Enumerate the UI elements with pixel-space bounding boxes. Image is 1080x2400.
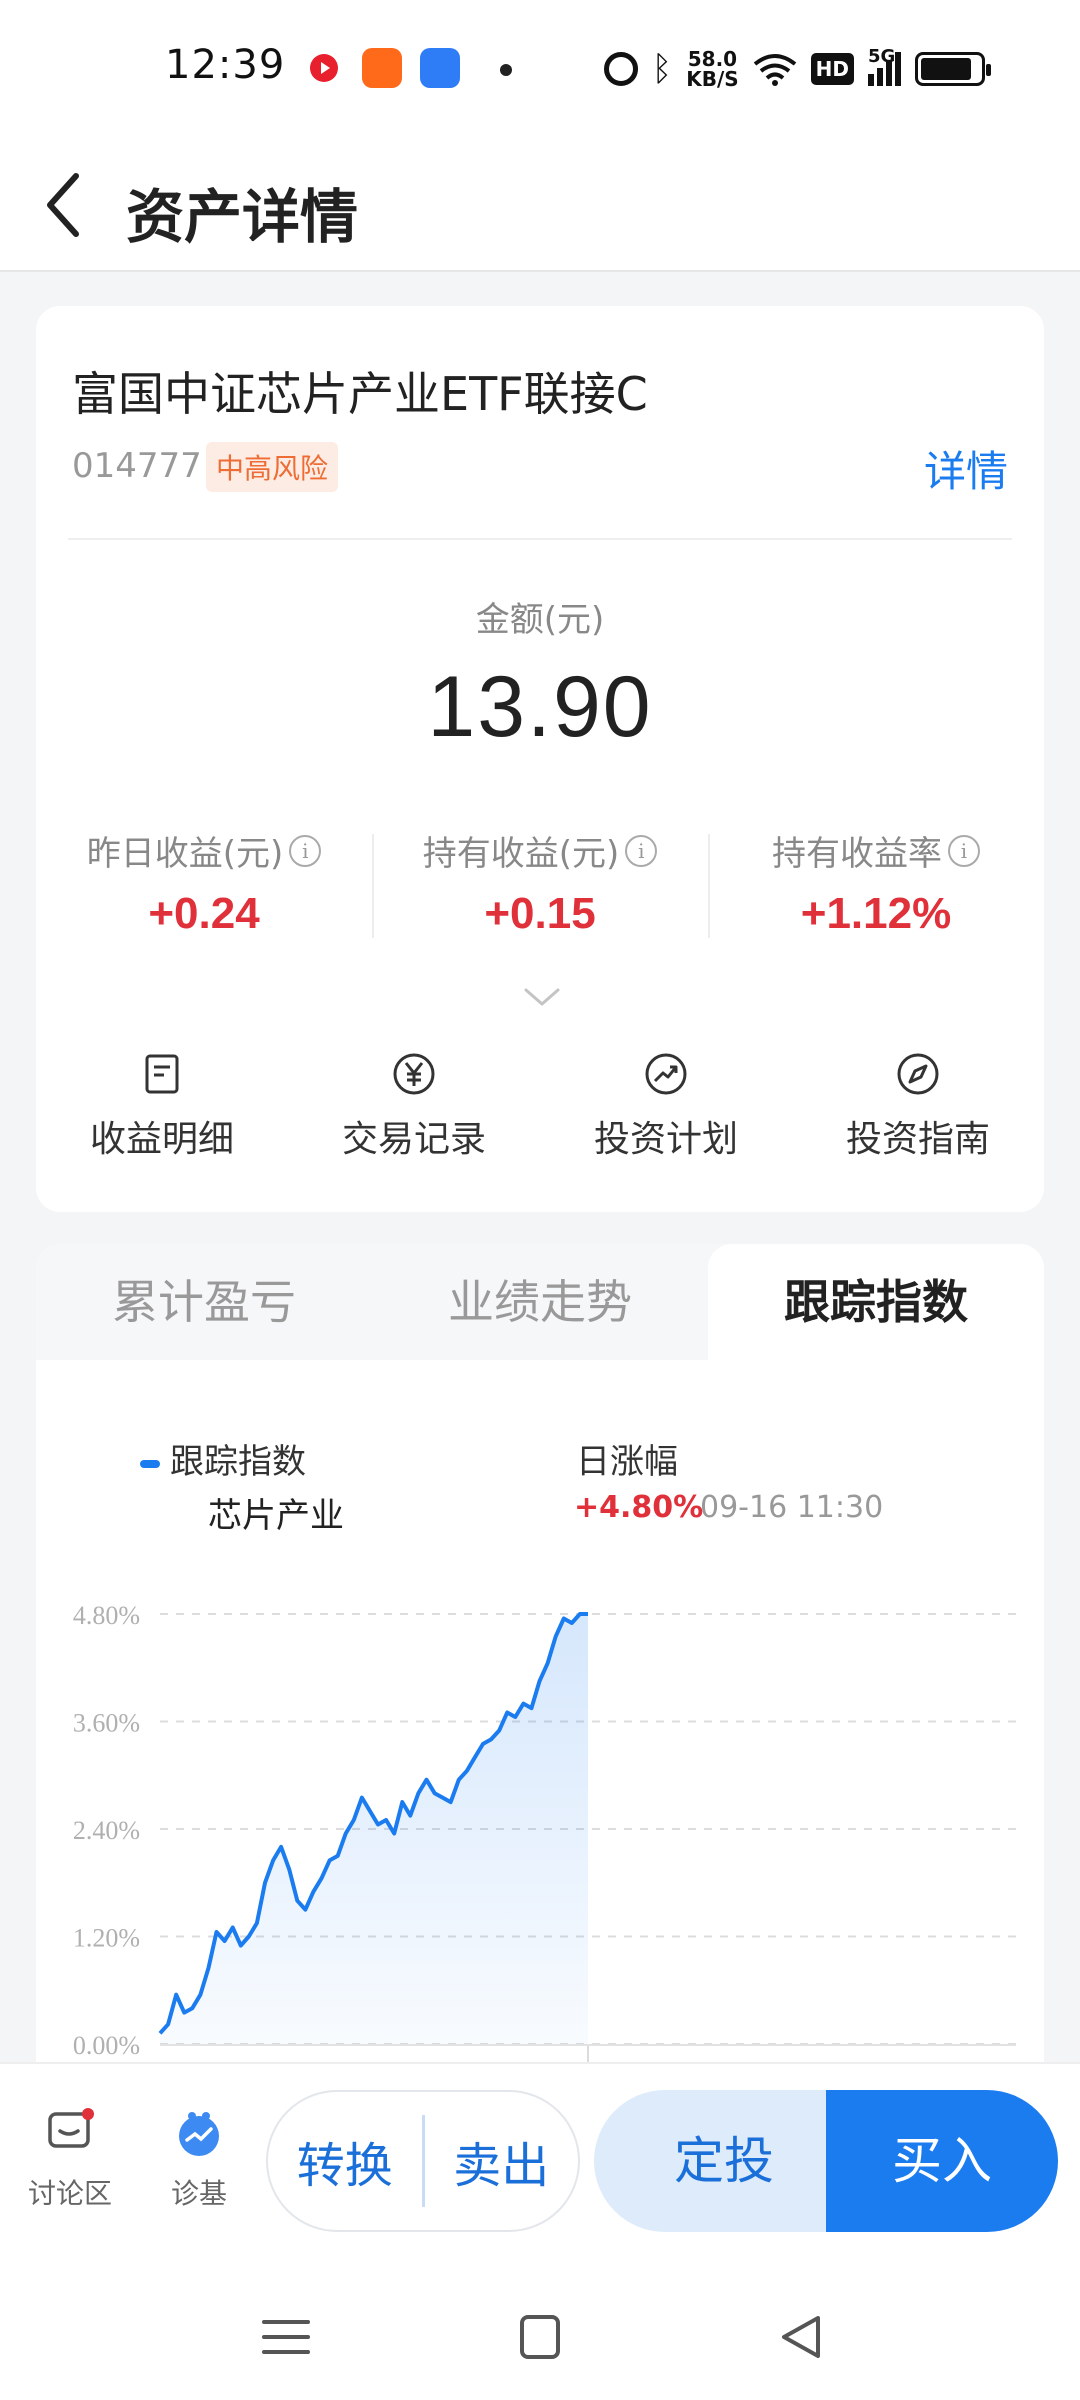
auto-invest-button[interactable]: 定投 [594, 2090, 854, 2232]
earnings-stats: 昨日收益(元) i +0.24 持有收益(元) i +0.15 持有收益率 i … [36, 826, 1044, 946]
stat-label: 持有收益率 [772, 834, 942, 874]
diagnose-label: 诊基 [170, 2177, 227, 2210]
diagnose-mascot-icon [171, 2104, 227, 2160]
fund-name: 富国中证芯片产业ETF联接C [72, 367, 648, 421]
legend-title: 跟踪指数 [170, 1442, 306, 1482]
dot-icon [500, 64, 512, 76]
stat-yesterday: 昨日收益(元) i +0.24 [36, 826, 372, 946]
compass-icon [897, 1053, 939, 1095]
yuan-icon [393, 1053, 435, 1095]
stat-value: +1.12% [800, 889, 952, 938]
stat-holding-rate: 持有收益率 i +1.12% [708, 826, 1044, 946]
y-tick-label: 2.40% [73, 1816, 140, 1845]
action-row: 收益明细 交易记录 投资计划 投资指南 [36, 1052, 1044, 1162]
y-tick-label: 4.80% [73, 1601, 140, 1630]
wifi-icon [753, 52, 797, 86]
index-line-chart[interactable]: 0.00% 1.20% 2.40% 3.60% 4.80% [36, 1574, 1044, 2074]
detail-link[interactable]: 详情 [924, 438, 1008, 499]
y-tick-label: 0.00% [73, 2031, 140, 2060]
status-time: 12:39 [165, 42, 286, 88]
stat-label: 昨日收益(元) [86, 834, 284, 874]
chevron-left-icon [47, 173, 79, 237]
net-speed: 58.0 KB/S [686, 49, 738, 89]
tab-performance-trend[interactable]: 业绩走势 [372, 1244, 708, 1360]
bluetooth-icon: ᛒ [651, 49, 673, 89]
battery-icon [915, 52, 991, 86]
daily-change-value: +4.80% [574, 1490, 704, 1525]
app-header: 资产详情 [0, 140, 1080, 272]
menu-icon[interactable] [256, 2312, 316, 2362]
tab-tracking-index[interactable]: 跟踪指数 [708, 1244, 1044, 1360]
discussion-button[interactable]: 讨论区 [22, 2104, 118, 2212]
amount-label: 金额(元) [475, 600, 605, 640]
stat-value: +0.15 [484, 889, 596, 938]
y-tick-label: 3.60% [73, 1709, 140, 1738]
info-icon[interactable]: i [948, 834, 980, 867]
action-label: 投资指南 [845, 1119, 990, 1160]
discussion-label: 讨论区 [27, 2177, 112, 2210]
info-icon[interactable]: i [289, 834, 322, 867]
bottom-action-bar: 讨论区 诊基 转换 卖出 定投 买入 [0, 2062, 1080, 2272]
action-investment-plan[interactable]: 投资计划 [540, 1052, 792, 1162]
back-button[interactable] [30, 160, 100, 250]
chart-legend: 跟踪指数 [140, 1434, 306, 1483]
divider [68, 538, 1012, 540]
legend-swatch [140, 1459, 160, 1468]
status-bar: 12:39 ᛒ 58.0 KB/S HD 5G [0, 0, 1080, 140]
net-speed-unit: KB/S [686, 67, 739, 91]
daily-change-time: 09-16 11:30 [700, 1490, 884, 1525]
system-nav-bar [0, 2272, 1080, 2400]
action-label: 收益明细 [89, 1119, 234, 1160]
action-trade-records[interactable]: 交易记录 [288, 1052, 540, 1162]
back-triangle-icon[interactable] [772, 2312, 832, 2362]
chevron-down-icon[interactable] [522, 986, 562, 1008]
alarm-icon [603, 52, 638, 86]
action-label: 交易记录 [341, 1119, 486, 1160]
action-investment-guide[interactable]: 投资指南 [792, 1052, 1044, 1162]
action-label: 投资计划 [593, 1119, 738, 1160]
trend-icon [645, 1053, 687, 1095]
action-earnings-detail[interactable]: 收益明细 [36, 1052, 288, 1162]
fund-code: 014777 [72, 446, 202, 486]
daily-change-label: 日涨幅 [576, 1442, 678, 1482]
chat-icon [42, 2104, 98, 2160]
info-icon[interactable]: i [625, 834, 658, 867]
stat-holding: 持有收益(元) i +0.15 [372, 826, 708, 946]
chart-card: 累计盈亏 业绩走势 跟踪指数 跟踪指数 芯片产业 日涨幅 +4.80% 09-1… [36, 1244, 1044, 2074]
tab-bar: 累计盈亏 业绩走势 跟踪指数 [36, 1244, 1044, 1360]
home-icon[interactable] [510, 2312, 570, 2362]
video-app-icon [304, 48, 344, 88]
holding-card: 富国中证芯片产业ETF联接C 014777 中高风险 详情 金额(元) 13.9… [36, 306, 1044, 1212]
stat-label: 持有收益(元) [422, 834, 620, 874]
hd-icon: HD [810, 53, 854, 85]
y-tick-label: 1.20% [73, 1924, 140, 1953]
amount-value: 13.90 [427, 659, 653, 755]
signal-label: 5G [868, 46, 896, 67]
risk-badge: 中高风险 [206, 442, 339, 492]
tab-cumulative-pnl[interactable]: 累计盈亏 [36, 1244, 372, 1360]
baidu-app-icon [420, 48, 460, 88]
stat-value: +0.24 [148, 889, 260, 938]
buy-button[interactable]: 买入 [826, 2090, 1058, 2232]
page-title: 资产详情 [126, 183, 359, 251]
kuaishou-app-icon [362, 48, 402, 88]
signal-icon: 5G [868, 46, 901, 86]
legend-series-name: 芯片产业 [208, 1496, 344, 1536]
convert-button[interactable]: 转换 [268, 2126, 422, 2196]
convert-sell-group: 转换 卖出 [266, 2090, 580, 2232]
document-icon [145, 1054, 179, 1094]
diagnose-button[interactable]: 诊基 [156, 2104, 242, 2212]
sell-button[interactable]: 卖出 [425, 2126, 579, 2196]
